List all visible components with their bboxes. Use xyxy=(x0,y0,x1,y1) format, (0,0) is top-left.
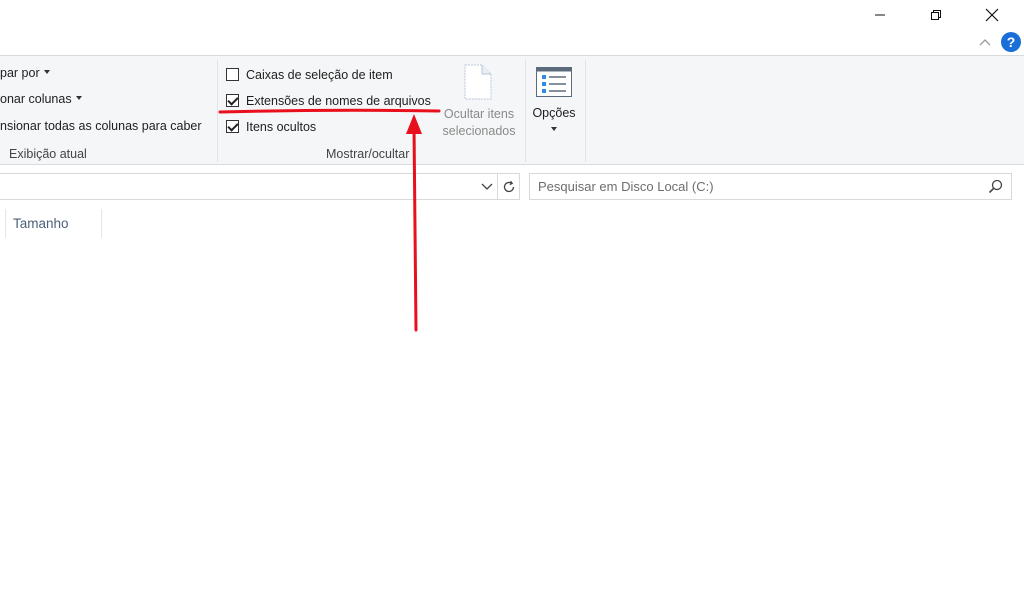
current-view-group-label: Exibição atual xyxy=(9,147,87,161)
folder-options-icon xyxy=(536,67,572,97)
column-header-size[interactable]: Tamanho xyxy=(6,209,102,238)
collapse-ribbon-button[interactable] xyxy=(977,34,993,50)
title-bar xyxy=(0,0,1024,30)
refresh-icon xyxy=(503,180,514,192)
refresh-button[interactable] xyxy=(498,173,520,200)
chevron-down-icon xyxy=(481,183,493,190)
address-bar[interactable] xyxy=(0,173,498,200)
close-button[interactable] xyxy=(969,0,1015,30)
chevron-up-icon xyxy=(979,39,991,46)
file-name-extensions-checkbox[interactable] xyxy=(226,94,239,107)
size-all-columns-button[interactable]: nsionar todas as colunas para caber xyxy=(0,119,202,133)
search-box xyxy=(529,173,1012,200)
group-divider xyxy=(525,60,526,162)
hide-selected-items-button[interactable]: Ocultar itens selecionados xyxy=(436,106,522,140)
dropdown-caret-icon xyxy=(75,96,82,100)
group-by-label: par por xyxy=(0,66,40,80)
show-hide-group-label: Mostrar/ocultar xyxy=(326,147,410,161)
dropdown-caret-icon xyxy=(551,127,557,131)
minimize-button[interactable] xyxy=(857,0,903,30)
minimize-icon xyxy=(875,14,885,16)
restore-button[interactable] xyxy=(913,0,959,30)
search-icon[interactable] xyxy=(987,178,1005,196)
add-columns-label: onar colunas xyxy=(0,92,72,106)
close-icon xyxy=(985,8,999,22)
group-divider xyxy=(585,60,586,162)
search-input[interactable] xyxy=(538,174,978,199)
address-history-button[interactable] xyxy=(478,178,496,196)
hidden-items-checkbox[interactable] xyxy=(226,120,239,133)
options-button[interactable]: Opções xyxy=(528,106,580,120)
group-by-button[interactable]: par por xyxy=(0,66,50,80)
group-divider xyxy=(217,60,218,162)
ribbon-tab-strip xyxy=(0,30,1024,56)
item-checkboxes-label[interactable]: Caixas de seleção de item xyxy=(246,68,393,82)
item-checkboxes-checkbox[interactable] xyxy=(226,68,239,81)
file-name-extensions-label[interactable]: Extensões de nomes de arquivos xyxy=(246,94,431,108)
restore-icon xyxy=(931,10,941,20)
help-button[interactable]: ? xyxy=(1001,32,1021,52)
hidden-items-label[interactable]: Itens ocultos xyxy=(246,120,316,134)
add-columns-button[interactable]: onar colunas xyxy=(0,92,82,106)
hide-selected-items-icon xyxy=(464,64,492,100)
dropdown-caret-icon xyxy=(43,70,50,74)
